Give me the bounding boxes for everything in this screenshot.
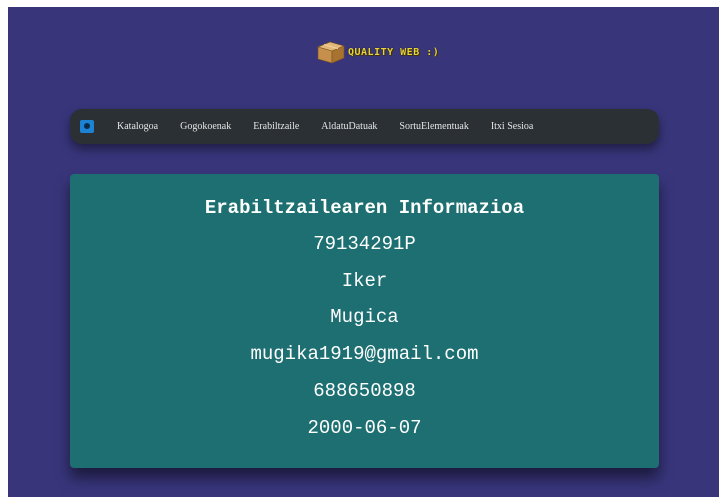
nav-link-itxi-sesioa[interactable]: Itxi Sesioa: [491, 121, 534, 132]
box-icon: [316, 40, 346, 64]
site-logo[interactable]: QUALITY WEB :): [316, 38, 439, 66]
nav-link-aldatudatuak[interactable]: AldatuDatuak: [321, 121, 377, 132]
navbar: Katalogoa Gogokoenak Erabiltzaile Aldatu…: [70, 109, 659, 144]
card-title: Erabiltzailearen Informazioa: [204, 197, 525, 219]
user-name: Iker: [341, 270, 388, 292]
nav-link-erabiltzaile[interactable]: Erabiltzaile: [253, 121, 299, 132]
user-birthdate: 2000-06-07: [307, 417, 422, 439]
brand-icon[interactable]: [80, 120, 94, 133]
user-info-card: Erabiltzailearen Informazioa 79134291P I…: [70, 174, 659, 468]
page-background: QUALITY WEB :) Katalogoa Gogokoenak Erab…: [8, 7, 719, 497]
user-dni: 79134291P: [313, 233, 416, 255]
nav-link-katalogoa[interactable]: Katalogoa: [117, 121, 158, 132]
logo-text: QUALITY WEB :): [348, 46, 440, 58]
user-phone: 688650898: [313, 380, 416, 402]
user-surname: Mugica: [330, 306, 399, 328]
nav-link-gogokoenak[interactable]: Gogokoenak: [180, 121, 231, 132]
user-email: mugika1919@gmail.com: [250, 343, 479, 365]
nav-link-sortuelementuak[interactable]: SortuElementuak: [399, 121, 468, 132]
